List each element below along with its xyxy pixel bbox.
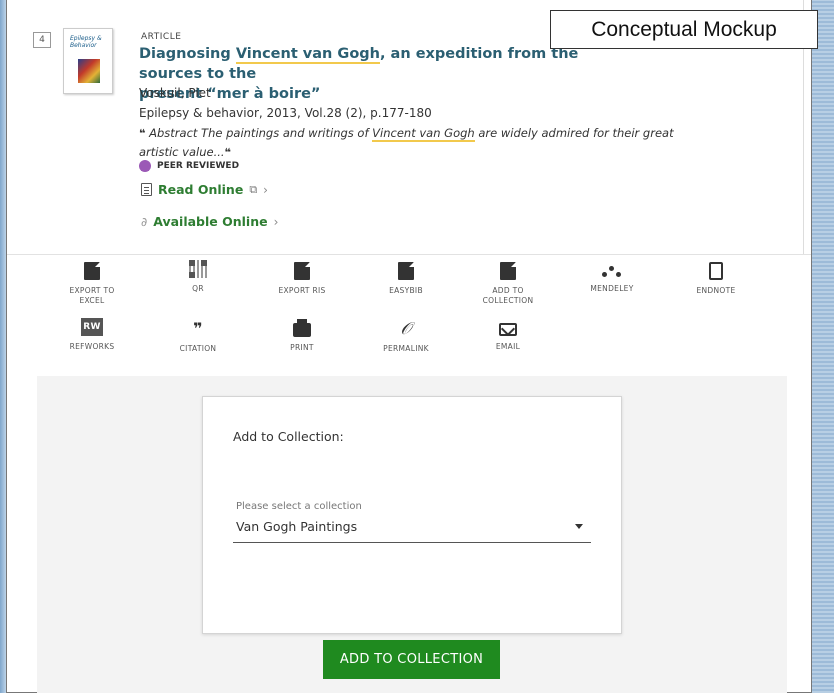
chevron-right-icon: › [273,214,279,229]
endnote-button[interactable]: ENDNOTE [671,262,761,296]
quote-close-icon: ❝ [224,146,231,159]
add-to-collection-section: Add to Collection: Please select a colle… [37,376,787,693]
print-button[interactable]: PRINT [257,319,347,353]
email-icon [499,323,517,336]
thumbnail-journal-title: Epilepsy & Behavior [70,35,102,49]
citation-quote-icon: ❞ [193,319,203,338]
external-link-icon: ⧉ [249,182,258,196]
peer-reviewed-icon [139,160,151,172]
export-ris-button[interactable]: EXPORT RIS [257,262,347,296]
result-abstract-snippet: ❝ Abstract The paintings and writings of… [139,126,674,159]
refworks-icon: RW [81,318,103,336]
export-excel-button[interactable]: EXPORT TO EXCEL [47,262,137,306]
collection-select[interactable]: Please select a collection Van Gogh Pain… [233,501,591,543]
citation-button[interactable]: ❞ CITATION [153,320,243,354]
chevron-right-icon: › [263,182,268,197]
thumbnail-artwork [78,59,100,83]
window-frame-right [810,0,834,693]
abstract-search-highlight: Vincent van Gogh [372,126,475,142]
available-online-link[interactable]: ∂ Available Online › [141,214,278,229]
permalink-button[interactable]: 𝒪 PERMALINK [361,320,451,354]
conceptual-mockup-label: Conceptual Mockup [550,10,818,49]
result-author: Voskuil, Piet [139,86,211,100]
resource-type-label: ARTICLE [141,32,182,42]
collection-select-value: Van Gogh Paintings [236,519,358,534]
qr-code-icon [189,260,207,278]
collection-file-icon [500,262,516,280]
easybib-file-icon [398,262,414,280]
qr-button[interactable]: QR [153,260,243,294]
caret-down-icon[interactable] [575,524,583,529]
endnote-file-icon [709,262,723,280]
excel-file-icon [84,262,100,280]
dialog-title: Add to Collection: [233,429,344,444]
printer-icon [293,319,311,337]
search-results-panel: 4 Epilepsy & Behavior ARTICLE Diagnosing… [6,0,812,693]
journal-cover-thumbnail[interactable]: Epilepsy & Behavior [63,28,113,94]
actions-toolbar: EXPORT TO EXCEL QR EXPORT RIS EASYBIB AD… [7,256,811,366]
mendeley-icon [602,266,622,278]
ris-file-icon [294,262,310,280]
email-button[interactable]: EMAIL [463,320,553,352]
result-publication: Epilepsy & behavior, 2013, Vol.28 (2), p… [139,106,432,120]
add-to-collection-action[interactable]: ADD TO COLLECTION [463,262,553,306]
permalink-icon: 𝒪 [400,319,412,339]
link-icon: ∂ [141,214,148,229]
mendeley-button[interactable]: MENDELEY [567,262,657,294]
easybib-button[interactable]: EASYBIB [361,262,451,296]
add-to-collection-button[interactable]: ADD TO COLLECTION [323,640,500,679]
title-search-highlight: Vincent van Gogh [235,46,380,64]
result-title-link[interactable]: Diagnosing Vincent van Gogh, an expediti… [139,44,639,104]
document-icon [141,183,152,196]
collection-select-label: Please select a collection [236,501,362,512]
card-divider-horizontal [7,254,811,255]
refworks-button[interactable]: RW REFWORKS [47,318,137,352]
result-number: 4 [33,32,51,48]
peer-reviewed-badge: PEER REVIEWED [139,160,239,172]
read-online-link[interactable]: Read Online ⧉ › [141,182,268,197]
add-to-collection-dialog: Add to Collection: Please select a colle… [202,396,622,634]
